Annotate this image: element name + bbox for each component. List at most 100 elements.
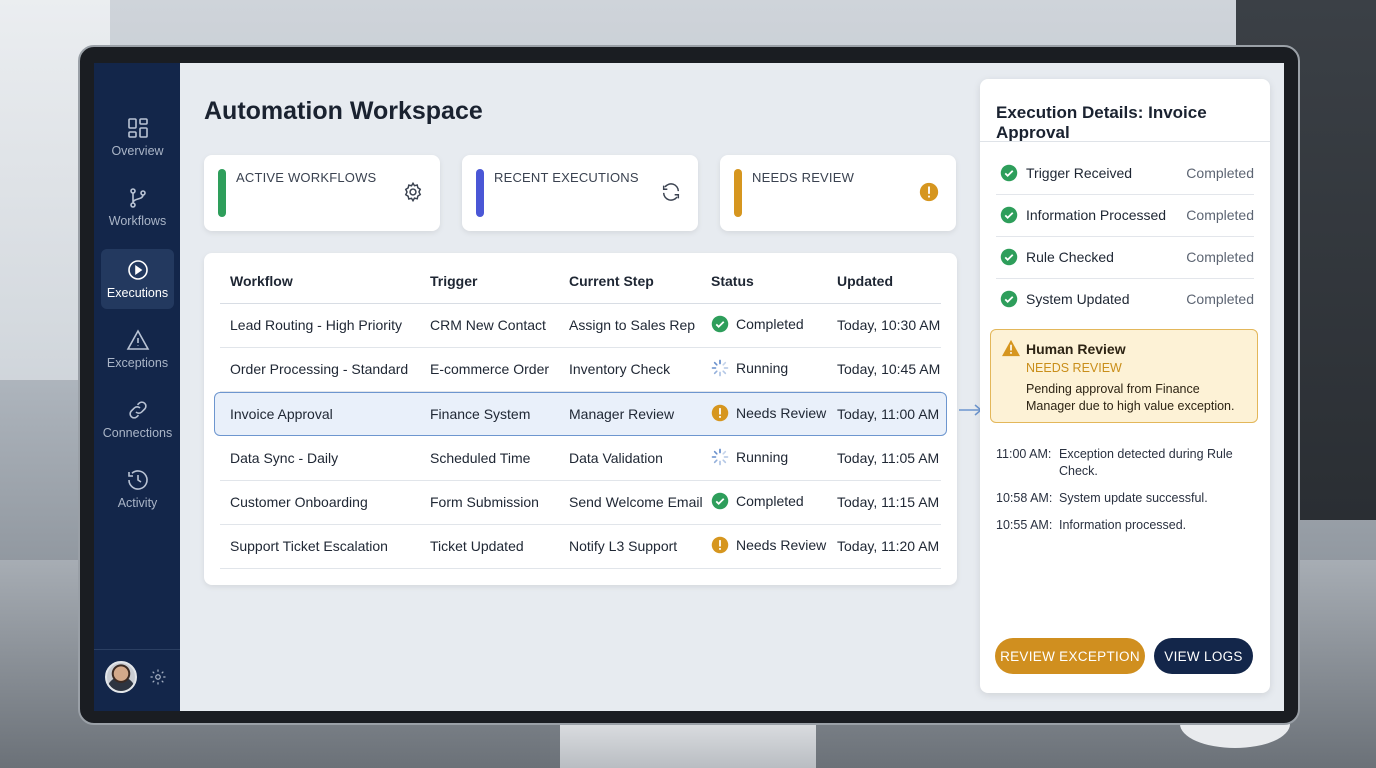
check-circle-icon (1000, 164, 1018, 182)
view-logs-button[interactable]: VIEW LOGS (1154, 638, 1253, 674)
cell-workflow: Invoice Approval (230, 406, 333, 422)
cell-status: Running (711, 448, 788, 466)
spinner-icon (711, 359, 729, 377)
stat-accent-bar (734, 169, 742, 217)
cell-status: Needs Review (711, 404, 826, 422)
status-text: Needs Review (736, 405, 827, 421)
cell-workflow: Order Processing - Standard (230, 361, 409, 377)
step-status: Completed (1186, 207, 1254, 223)
log-entry: 10:55 AM: Information processed. (996, 517, 1256, 534)
column-header-status[interactable]: Status (711, 273, 754, 289)
details-divider (980, 141, 1270, 142)
cell-trigger: Ticket Updated (430, 538, 524, 554)
check-circle-icon (1000, 206, 1018, 224)
review-status: NEEDS REVIEW (1026, 361, 1122, 375)
column-header-trigger[interactable]: Trigger (430, 273, 477, 289)
warning-triangle-icon (1002, 339, 1020, 357)
cell-updated: Today, 11:05 AM (837, 450, 940, 466)
status-text: Running (736, 360, 789, 376)
app-screen: Overview Workflows Executions Exceptions… (94, 63, 1284, 711)
check-circle-icon (711, 492, 729, 510)
log-entry: 11:00 AM: Exception detected during Rule… (996, 446, 1256, 480)
execution-details-panel: Execution Details: Invoice Approval Trig… (980, 79, 1270, 693)
column-header-workflow[interactable]: Workflow (230, 273, 293, 289)
log-message: Exception detected during Rule Check. (1059, 447, 1233, 478)
step-name: Information Processed (1026, 207, 1167, 223)
sidebar-item-workflows[interactable]: Workflows (101, 177, 174, 237)
sidebar-item-overview[interactable]: Overview (101, 107, 174, 167)
review-exception-button[interactable]: REVIEW EXCEPTION (995, 638, 1145, 674)
play-circle-icon (127, 260, 148, 280)
cell-status: Needs Review (711, 536, 826, 554)
stat-card-active-workflows[interactable]: ACTIVE WORKFLOWS (204, 155, 440, 231)
table-row[interactable]: Order Processing - Standard E-commerce O… (220, 348, 941, 392)
status-text: Running (736, 449, 789, 465)
history-icon (127, 470, 148, 490)
dashboard-icon (127, 118, 148, 138)
log-time: 11:00 AM: (996, 447, 1052, 461)
cell-workflow: Support Ticket Escalation (230, 538, 388, 554)
table-row[interactable]: Data Sync - Daily Scheduled Time Data Va… (220, 437, 941, 481)
sidebar-item-connections[interactable]: Connections (101, 389, 174, 449)
stat-label: NEEDS REVIEW (752, 170, 855, 185)
stat-label: ACTIVE WORKFLOWS (236, 170, 377, 185)
cell-current-step: Manager Review (569, 406, 675, 422)
log-entry: 10:58 AM: System update successful. (996, 490, 1256, 507)
sidebar-divider (94, 649, 180, 650)
table-row[interactable]: Support Ticket Escalation Ticket Updated… (220, 525, 941, 569)
status-text: Needs Review (736, 537, 827, 553)
sidebar-item-label: Activity (117, 496, 158, 510)
log-time: 10:55 AM: (996, 518, 1053, 532)
spinner-icon (711, 448, 729, 466)
stat-card-needs-review[interactable]: NEEDS REVIEW (720, 155, 956, 231)
cell-status: Running (711, 359, 788, 377)
column-header-updated[interactable]: Updated (837, 273, 893, 289)
sidebar-item-exceptions[interactable]: Exceptions (101, 319, 174, 379)
cell-workflow: Lead Routing - High Priority (230, 317, 402, 333)
stat-card-recent-executions[interactable]: RECENT EXECUTIONS (462, 155, 698, 231)
table-row-selected[interactable]: Invoice Approval Finance System Manager … (214, 392, 947, 436)
link-icon (128, 401, 147, 419)
cell-current-step: Inventory Check (569, 361, 671, 377)
cell-current-step: Assign to Sales Rep (569, 317, 696, 333)
sidebar-item-executions[interactable]: Executions (101, 249, 174, 309)
warning-triangle-icon (126, 329, 149, 350)
sidebar-item-label: Workflows (108, 214, 167, 228)
cell-workflow: Customer Onboarding (230, 494, 368, 510)
log-time: 10:58 AM: (996, 491, 1053, 505)
sidebar-item-label: Overview (111, 144, 164, 158)
cell-updated: Today, 11:20 AM (837, 538, 940, 554)
cell-trigger: Scheduled Time (430, 450, 531, 466)
check-circle-icon (711, 315, 729, 333)
cell-updated: Today, 10:45 AM (837, 361, 941, 377)
step-status: Completed (1186, 165, 1254, 181)
details-title: Execution Details: Invoice Approval (996, 103, 1207, 142)
step-status: Completed (1186, 291, 1254, 307)
cell-updated: Today, 10:30 AM (837, 317, 941, 333)
table-row[interactable]: Lead Routing - High Priority CRM New Con… (220, 304, 941, 348)
settings-gear-icon[interactable] (149, 668, 167, 686)
cell-trigger: E-commerce Order (430, 361, 550, 377)
step-row: Trigger Received Completed (996, 153, 1254, 195)
log-message: System update successful. (1059, 491, 1208, 505)
cell-trigger: Finance System (430, 406, 531, 422)
step-status: Completed (1186, 249, 1254, 265)
status-text: Completed (736, 493, 804, 509)
check-circle-icon (1000, 290, 1018, 308)
status-text: Completed (736, 316, 804, 332)
sidebar-item-activity[interactable]: Activity (101, 459, 174, 519)
sidebar-item-label: Exceptions (106, 356, 169, 370)
step-row: System Updated Completed (996, 279, 1254, 321)
avatar[interactable] (105, 661, 137, 693)
column-header-current-step[interactable]: Current Step (569, 273, 654, 289)
gear-icon (402, 181, 424, 203)
step-name: Trigger Received (1026, 165, 1133, 181)
cell-updated: Today, 11:15 AM (837, 494, 940, 510)
cell-current-step: Data Validation (569, 450, 663, 466)
stat-accent-bar (218, 169, 226, 217)
sidebar-item-label: Connections (102, 426, 173, 440)
table-row[interactable]: Customer Onboarding Form Submission Send… (220, 481, 941, 525)
review-description: Pending approval from Finance Manager du… (1026, 382, 1235, 413)
cell-workflow: Data Sync - Daily (230, 450, 339, 466)
cell-trigger: Form Submission (430, 494, 539, 510)
